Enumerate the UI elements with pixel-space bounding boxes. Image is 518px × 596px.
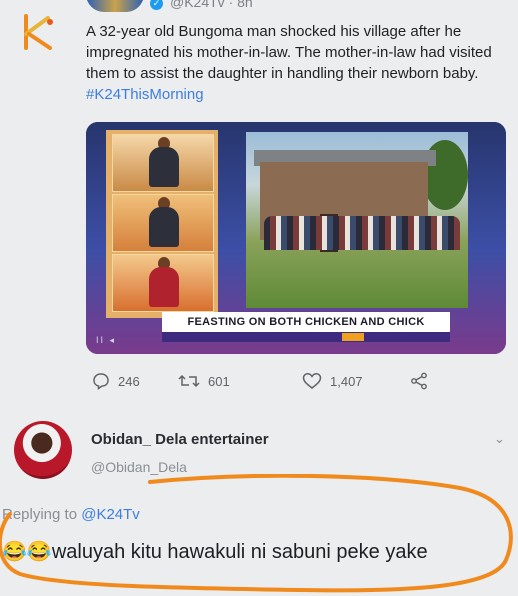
presenter-frame-1 <box>112 134 214 192</box>
village-scene-photo <box>246 132 468 308</box>
ticker-tag <box>342 333 364 341</box>
video-controls[interactable]: II ◂ <box>96 335 116 346</box>
k24-logo-icon[interactable] <box>20 12 56 52</box>
hashtag-link[interactable]: #K24ThisMorning <box>86 86 204 103</box>
news-ticker <box>162 332 450 342</box>
chevron-down-icon[interactable]: ⌄ <box>494 431 505 447</box>
tweet-text: A 32-year old Bungoma man shocked his vi… <box>86 21 506 105</box>
presenter-figure <box>149 147 179 187</box>
verified-badge-icon: ✓ <box>150 0 163 10</box>
replier-avatar[interactable] <box>14 421 72 479</box>
share-button[interactable] <box>410 372 428 390</box>
like-count: 1,407 <box>330 373 363 389</box>
retweet-button[interactable]: 601 <box>178 372 230 390</box>
presenter-frame-3 <box>112 254 214 312</box>
share-icon <box>410 372 428 390</box>
author-avatar[interactable] <box>86 0 144 12</box>
retweet-icon <box>178 372 200 390</box>
reply-icon <box>92 372 110 390</box>
replier-name[interactable]: Obidan_ Dela entertainer <box>91 431 269 448</box>
presenter-figure <box>149 207 179 247</box>
heart-icon <box>302 372 322 390</box>
replier-handle[interactable]: @Obidan_Dela <box>91 459 187 475</box>
annotation-circle <box>0 474 513 593</box>
like-button[interactable]: 1,407 <box>302 372 363 390</box>
crowd <box>264 216 460 250</box>
tweet-media-image[interactable]: FEASTING ON BOTH CHICKEN AND CHICK II ◂ <box>86 122 506 354</box>
tweet-handle-time[interactable]: @K24Tv · 8h <box>170 0 253 10</box>
reply-button[interactable]: 246 <box>92 372 140 390</box>
presenter-figure <box>149 267 179 307</box>
tweet-body: A 32-year old Bungoma man shocked his vi… <box>86 23 492 82</box>
presenter-frame-2 <box>112 194 214 252</box>
news-banner: FEASTING ON BOTH CHICKEN AND CHICK <box>162 312 450 332</box>
retweet-count: 601 <box>208 373 230 389</box>
reply-count: 246 <box>118 373 140 389</box>
